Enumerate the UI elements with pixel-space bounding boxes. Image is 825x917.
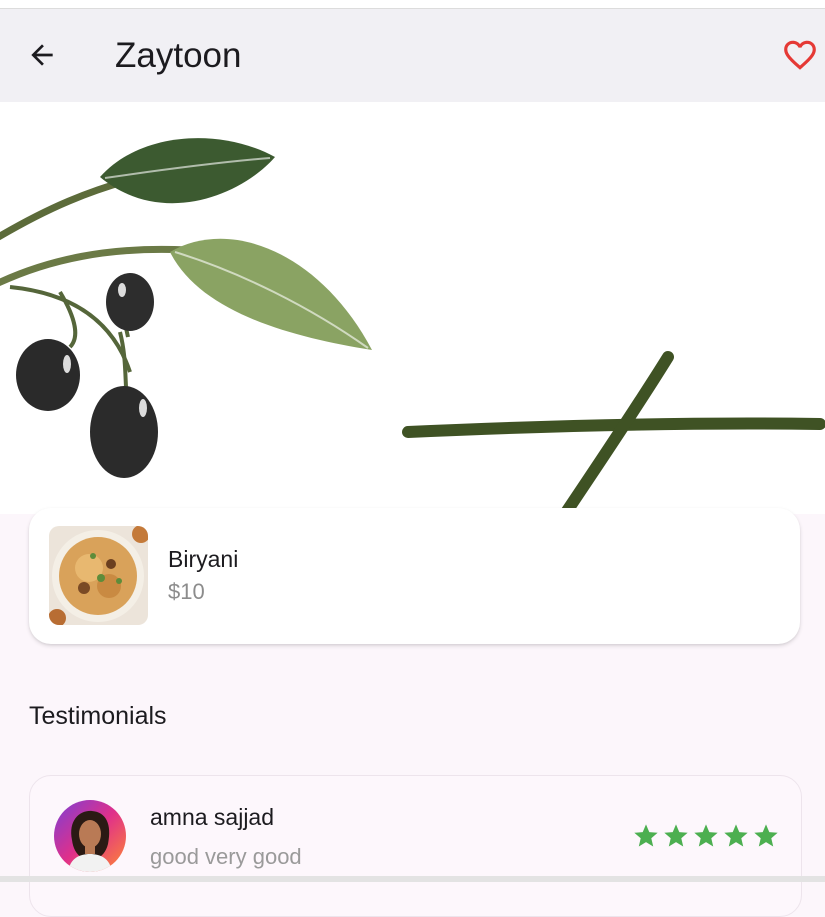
star-icon xyxy=(664,824,688,847)
biryani-plate-image xyxy=(49,526,148,625)
star-icon xyxy=(754,824,778,847)
star-icon xyxy=(694,824,718,847)
testimonial-card: amna sajjad good very good xyxy=(29,775,802,917)
menu-item-price: $10 xyxy=(168,579,205,604)
app-bar: Zaytoon xyxy=(0,9,825,102)
avatar xyxy=(54,800,126,872)
star-rating xyxy=(632,822,780,850)
bottom-edge xyxy=(0,876,825,882)
testimonials-heading: Testimonials xyxy=(29,702,167,730)
reviewer-name: amna sajjad xyxy=(150,804,275,830)
hero-banner xyxy=(0,102,825,514)
star-icon xyxy=(634,824,658,847)
menu-item-name: Biryani xyxy=(168,546,239,572)
favorite-button[interactable] xyxy=(776,31,824,79)
olive-branch-logo-image xyxy=(0,102,825,514)
star-icon xyxy=(724,824,748,847)
review-text: good very good xyxy=(150,844,302,869)
page-title: Zaytoon xyxy=(115,36,242,75)
back-button[interactable] xyxy=(18,31,66,79)
arrow-left-icon xyxy=(31,44,53,66)
status-strip xyxy=(0,0,825,9)
menu-item-card[interactable]: Biryani $10 xyxy=(29,508,800,644)
heart-outline-icon xyxy=(784,40,816,70)
